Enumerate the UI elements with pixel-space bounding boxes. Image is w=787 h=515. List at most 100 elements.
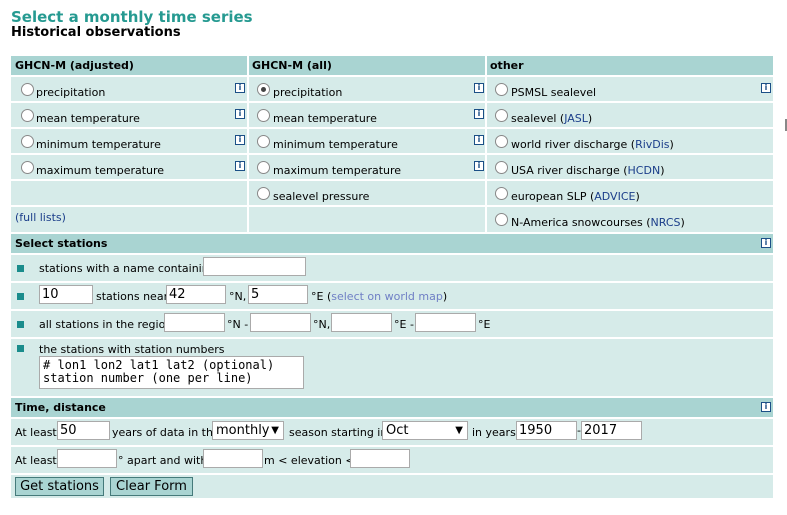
label-sealevel-jasl: sealevel (JASL) <box>511 112 593 125</box>
bullet-icon <box>17 293 24 300</box>
label-all-max-temperature: maximum temperature <box>273 164 402 177</box>
clear-form-button[interactable]: Clear Form <box>110 477 193 496</box>
region-e1: °E - <box>394 318 414 331</box>
col3-header: other <box>490 59 524 72</box>
region-lat1-input[interactable] <box>164 313 225 332</box>
season-label: season starting in <box>289 426 388 439</box>
bullet-icon <box>17 265 24 272</box>
num-stations-input[interactable] <box>39 285 93 304</box>
info-icon[interactable]: i <box>235 109 245 119</box>
rivdis-link[interactable]: RivDis <box>635 138 669 151</box>
name-contains-label: stations with a name containing <box>39 262 216 275</box>
label-all-sealevel-pressure: sealevel pressure <box>273 190 370 203</box>
radio-adj-mean-temperature[interactable] <box>21 109 34 122</box>
label-adj-min-temperature: minimum temperature <box>36 138 161 151</box>
in-years-label: in years <box>472 426 516 439</box>
latitude-input[interactable] <box>166 285 226 304</box>
radio-usa-river-discharge[interactable] <box>495 161 508 174</box>
region-n2: °N, <box>313 318 331 331</box>
page-subtitle: Historical observations <box>11 25 181 40</box>
max-elevation-input[interactable] <box>350 449 410 468</box>
radio-na-snowcourses[interactable] <box>495 213 508 226</box>
label-usa-river-discharge: USA river discharge (HCDN) <box>511 164 665 177</box>
min-elevation-input[interactable] <box>203 449 263 468</box>
years-data-label: years of data in the <box>112 426 220 439</box>
label-all-precipitation: precipitation <box>273 86 343 99</box>
min-distance-input[interactable] <box>57 449 117 468</box>
world-map-link[interactable]: select on world map <box>331 290 443 303</box>
stations-panel: Select stations i stations with a name c… <box>11 234 773 396</box>
stations-near-label: stations near <box>96 290 169 303</box>
radio-all-sealevel-pressure[interactable] <box>257 187 270 200</box>
elevation-label: m < elevation < <box>264 454 355 467</box>
col2-header: GHCN-M (all) <box>252 59 332 72</box>
radio-adj-min-temperature[interactable] <box>21 135 34 148</box>
radio-all-max-temperature[interactable] <box>257 161 270 174</box>
jasl-link[interactable]: JASL <box>564 112 588 125</box>
year-to-input[interactable] <box>581 421 642 440</box>
radio-all-min-temperature[interactable] <box>257 135 270 148</box>
chevron-down-icon: ▼ <box>271 425 279 436</box>
label-world-river-discharge: world river discharge (RivDis) <box>511 138 674 151</box>
lon-unit-and-map: °E (select on world map) <box>311 290 448 303</box>
region-lon1-input[interactable] <box>331 313 392 332</box>
bullet-icon <box>17 345 24 352</box>
station-numbers-textarea[interactable] <box>39 356 304 389</box>
region-lon2-input[interactable] <box>415 313 476 332</box>
time-panel: Time, distance i At least years of data … <box>11 398 773 498</box>
radio-all-mean-temperature[interactable] <box>257 109 270 122</box>
info-icon[interactable]: i <box>474 161 484 171</box>
series-panel: GHCN-M (adjusted) GHCN-M (all) other pre… <box>11 56 773 232</box>
info-icon[interactable]: i <box>761 402 771 412</box>
label-adj-mean-temperature: mean temperature <box>36 112 140 125</box>
at-least-label: At least <box>15 426 57 439</box>
radio-psmsl-sealevel[interactable] <box>495 83 508 96</box>
time-header: Time, distance <box>15 401 106 414</box>
radio-adj-max-temperature[interactable] <box>21 161 34 174</box>
radio-world-river-discharge[interactable] <box>495 135 508 148</box>
region-n1: °N - <box>227 318 249 331</box>
at-least-label-2: At least <box>15 454 57 467</box>
stations-header: Select stations <box>15 237 108 250</box>
hcdn-link[interactable]: HCDN <box>628 164 661 177</box>
get-stations-button[interactable]: Get stations <box>15 477 104 496</box>
advice-link[interactable]: ADVICE <box>594 190 635 203</box>
month-select[interactable]: Oct ▼ <box>382 421 468 440</box>
region-lat2-input[interactable] <box>250 313 311 332</box>
info-icon[interactable]: i <box>474 83 484 93</box>
region-label: all stations in the region <box>39 318 173 331</box>
full-lists-link[interactable]: (full lists) <box>15 211 66 224</box>
lat-unit: °N, <box>229 290 247 303</box>
info-icon[interactable]: i <box>474 135 484 145</box>
label-all-mean-temperature: mean temperature <box>273 112 377 125</box>
label-adj-max-temperature: maximum temperature <box>36 164 165 177</box>
page-title: Select a monthly time series <box>11 8 253 26</box>
info-icon[interactable]: i <box>235 135 245 145</box>
year-from-input[interactable] <box>516 421 577 440</box>
radio-sealevel-jasl[interactable] <box>495 109 508 122</box>
radio-all-precipitation[interactable] <box>257 83 270 96</box>
bullet-icon <box>17 321 24 328</box>
station-numbers-label: the stations with station numbers <box>39 343 225 356</box>
info-icon[interactable]: i <box>761 238 771 248</box>
longitude-input[interactable] <box>248 285 308 304</box>
label-na-snowcourses: N-America snowcourses (NRCS) <box>511 216 685 229</box>
radio-european-slp[interactable] <box>495 187 508 200</box>
label-european-slp: european SLP (ADVICE) <box>511 190 640 203</box>
min-years-input[interactable] <box>57 421 110 440</box>
station-name-input[interactable] <box>203 257 306 276</box>
col1-header: GHCN-M (adjusted) <box>15 59 134 72</box>
chevron-down-icon: ▼ <box>455 425 463 436</box>
region-e2: °E <box>478 318 491 331</box>
info-icon[interactable]: i <box>235 83 245 93</box>
apart-label: ° apart and with <box>118 454 208 467</box>
nrcs-link[interactable]: NRCS <box>651 216 681 229</box>
label-adj-precipitation: precipitation <box>36 86 106 99</box>
info-icon[interactable]: i <box>235 161 245 171</box>
info-icon[interactable]: i <box>474 109 484 119</box>
info-icon[interactable]: i <box>761 83 771 93</box>
period-select[interactable]: monthly ▼ <box>212 421 284 440</box>
label-all-min-temperature: minimum temperature <box>273 138 398 151</box>
radio-adj-precipitation[interactable] <box>21 83 34 96</box>
label-psmsl-sealevel: PSMSL sealevel <box>511 86 597 99</box>
